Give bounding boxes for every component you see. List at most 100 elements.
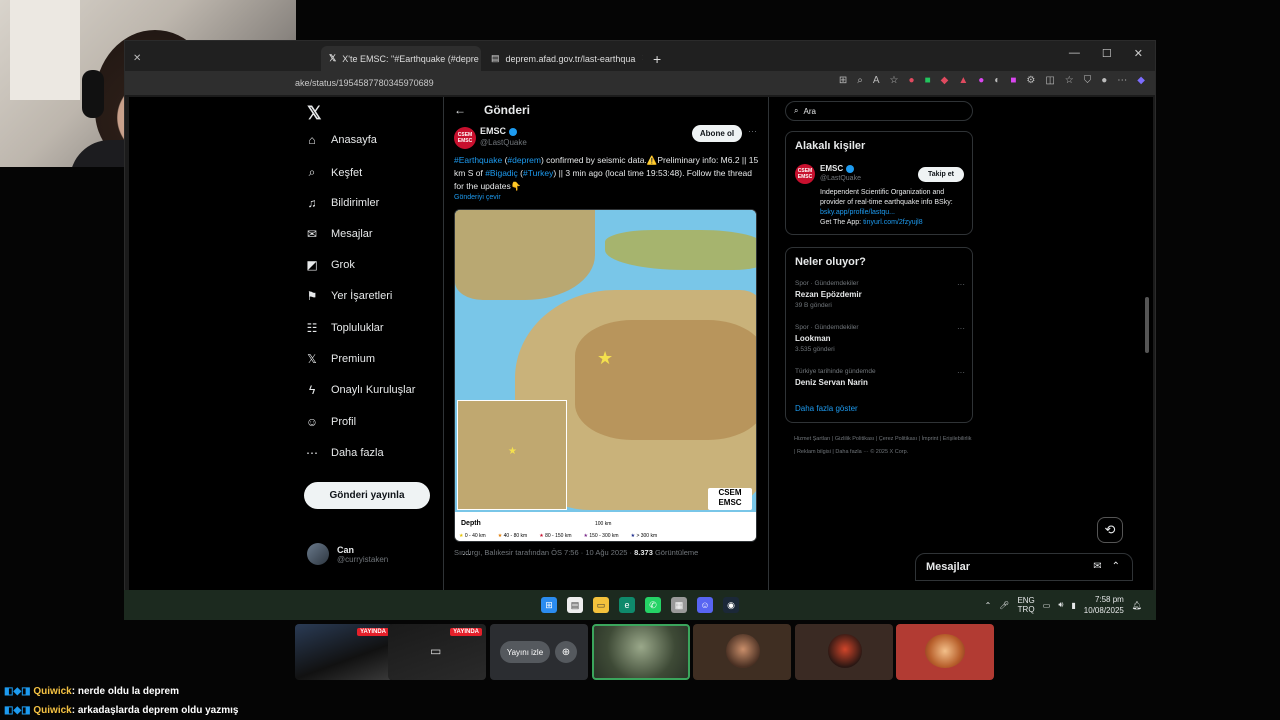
back-arrow-icon[interactable]: ← [454, 103, 466, 117]
trend-more-icon[interactable]: ··· [957, 368, 965, 377]
language-indicator[interactable]: ENG TRQ [1017, 596, 1034, 614]
expand-icon[interactable]: ⌃ [1112, 561, 1120, 572]
extension-icon[interactable]: ◐ [994, 75, 1000, 86]
scrollbar[interactable] [1145, 297, 1149, 353]
extension-icon[interactable]: ▲ [958, 75, 968, 86]
minimize-icon[interactable]: — [1069, 47, 1080, 60]
sidebar-item-5[interactable]: ⚑ Yer İşaretleri [305, 289, 393, 303]
start-icon[interactable]: ⊞ [541, 597, 557, 613]
subscribe-button[interactable]: Abone ol [692, 125, 742, 142]
sidebar-item-4[interactable]: ◩ Grok [305, 258, 355, 272]
translate-link[interactable]: Gönderiyi çevir [454, 194, 501, 201]
watch-stream-button[interactable]: Yayını izle [500, 641, 550, 663]
x-logo-icon[interactable]: 𝕏 [307, 103, 322, 124]
messages-drawer[interactable]: Mesajlar ✉ ⌃ [915, 553, 1133, 581]
clock[interactable]: 7:58 pm 10/08/2025 [1084, 594, 1124, 616]
participant-tile[interactable] [795, 624, 893, 680]
stream-thumbnail[interactable]: YAYINDA ▭ [388, 624, 486, 680]
zoom-icon[interactable]: ⌕ [857, 75, 863, 86]
sidebar-item-6[interactable]: ☷ Topluluklar [305, 321, 384, 335]
chat-username[interactable]: Quiwick [33, 686, 71, 697]
extension-icon[interactable]: ■ [925, 75, 931, 86]
url-field[interactable]: ake/status/1954587780345970689 [295, 78, 434, 88]
trend-item[interactable]: Spor · Gündemdekiler Lookman 3.535 gönde… [795, 324, 965, 353]
display-icon[interactable]: ▭ [1043, 601, 1051, 610]
participant-tile[interactable] [592, 624, 690, 680]
steam-icon[interactable]: ◉ [723, 597, 739, 613]
watch-stream-icon[interactable]: ⊕ [555, 641, 577, 663]
sidebar-item-0[interactable]: ⌂ Anasayfa [305, 133, 377, 147]
favorite-star-icon[interactable]: ☆ [890, 75, 899, 86]
window-controls: — ☐ ✕ [1069, 47, 1143, 60]
extensions-puzzle-icon[interactable]: ⚙ [1026, 75, 1035, 86]
hashtag-link[interactable]: #Earthquake [454, 155, 502, 165]
discord-icon[interactable]: ☺ [697, 597, 713, 613]
profile-avatar-icon[interactable]: ● [1101, 75, 1107, 86]
trend-item[interactable]: Türkiye tarihinde gündemde Deniz Servan … [795, 368, 965, 387]
battery-icon[interactable]: ▮ [1071, 601, 1075, 610]
split-screen-icon[interactable]: ◫ [1045, 75, 1054, 86]
show-more-link[interactable]: Daha fazla göster [795, 404, 858, 413]
sidebar-item-10[interactable]: ⋯ Daha fazla [305, 446, 384, 460]
sidebar-item-1[interactable]: ⌕ Keşfet [305, 165, 363, 180]
hashtag-link[interactable]: #Bigadiç [485, 168, 518, 178]
more-options-icon[interactable]: ··· [748, 126, 757, 136]
extension-icon[interactable]: ● [909, 75, 915, 86]
favorites-icon[interactable]: ☆ [1065, 75, 1074, 86]
related-name[interactable]: EMSC [820, 164, 855, 173]
volume-icon[interactable]: 🔊︎ [1058, 600, 1063, 610]
author-name[interactable]: EMSC [480, 126, 518, 136]
sidebar-item-8[interactable]: ϟ Onaylı Kuruluşlar [305, 383, 416, 397]
hashtag-link[interactable]: #deprem [507, 155, 541, 165]
bio-link[interactable]: bsky.app/profile/lastqu... [820, 209, 895, 216]
edge-icon[interactable]: e [619, 597, 635, 613]
app-link[interactable]: tinyurl.com/2fzyujl8 [863, 219, 923, 226]
trend-more-icon[interactable]: ··· [957, 280, 965, 289]
trend-item[interactable]: Spor · Gündemdekiler Rezan Epözdemir 39 … [795, 280, 965, 309]
sidebar-item-2[interactable]: ♫ Bildirimler [305, 196, 380, 210]
browser-essentials-icon[interactable]: ⛉ [1084, 75, 1092, 86]
hashtag-link[interactable]: #Turkey [523, 168, 553, 178]
close-window-icon[interactable]: ✕ [1134, 47, 1143, 60]
tab-afad[interactable]: ▤ deprem.afad.gov.tr/last-earthqua ✕ [483, 46, 643, 71]
extension-icon[interactable]: ◆ [941, 75, 949, 86]
grok-button[interactable]: ⟲ [1097, 517, 1123, 543]
post-button[interactable]: Gönderi yayınla [304, 482, 430, 509]
sidebar-item-9[interactable]: ☺ Profil [305, 415, 356, 429]
whatsapp-icon[interactable]: ✆ [645, 597, 661, 613]
chat-username[interactable]: Quiwick [33, 705, 71, 716]
store-icon[interactable]: ▤ [567, 597, 583, 613]
tab-close-prev[interactable]: ✕ [125, 46, 149, 71]
mic-icon[interactable]: 🎤︎ [999, 601, 1009, 610]
extension-icon[interactable]: ● [978, 75, 984, 86]
extension-icon[interactable]: ■ [1010, 75, 1016, 86]
maximize-icon[interactable]: ☐ [1102, 47, 1112, 60]
chevron-up-icon[interactable]: ⌃ [985, 601, 992, 610]
copilot-icon[interactable]: ◆ [1137, 75, 1145, 86]
author-avatar[interactable]: CSEM EMSC [454, 127, 476, 149]
follow-button[interactable]: Takip et [918, 167, 964, 182]
app-icon[interactable]: ▦ [671, 597, 687, 613]
participant-tile[interactable] [896, 624, 994, 680]
close-tab-icon[interactable]: ✕ [641, 53, 643, 64]
earthquake-map-image[interactable]: ★ ★ CSEM EMSC Depth 100 km ★ 0 - 40 km ★… [454, 209, 757, 542]
trend-more-icon[interactable]: ··· [957, 324, 965, 333]
new-tab-button[interactable]: + [645, 46, 669, 71]
new-message-icon[interactable]: ✉ [1093, 561, 1101, 572]
author-handle[interactable]: @LastQuake [480, 138, 527, 147]
sidebar-item-3[interactable]: ✉ Mesajlar [305, 227, 373, 241]
app-icon[interactable]: ⊞ [839, 75, 847, 86]
stream-thumbnail[interactable]: YAYINDA [295, 624, 393, 680]
footer-links[interactable]: Hizmet Şartları | Gizlilik Politikası | … [794, 433, 972, 459]
related-avatar[interactable]: CSEM EMSC [795, 164, 815, 184]
related-handle[interactable]: @LastQuake [820, 175, 861, 182]
menu-dots-icon[interactable]: ⋯ [1117, 75, 1127, 86]
folder-icon[interactable]: ▭ [593, 597, 609, 613]
search-input[interactable]: ⌕ Ara [785, 101, 973, 121]
tab-x-post[interactable]: 𝕏 X'te EMSC: "#Earthquake (#depre ✕ [321, 46, 481, 71]
participant-tile[interactable] [693, 624, 791, 680]
sidebar-item-7[interactable]: 𝕏 Premium [305, 352, 375, 366]
read-aloud-icon[interactable]: A [873, 75, 880, 86]
notification-icon[interactable]: 🔔︎ [1132, 601, 1142, 610]
tweet-meta-location[interactable]: Sındırgı, Balıkesir tarafından ÖS 7:56 ·… [454, 548, 634, 557]
